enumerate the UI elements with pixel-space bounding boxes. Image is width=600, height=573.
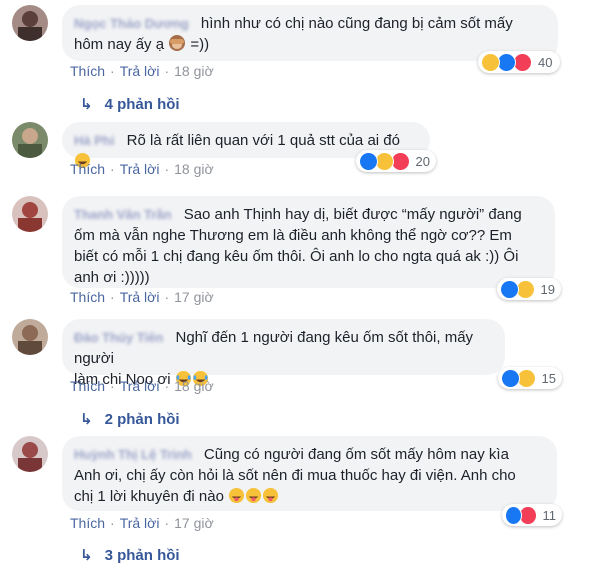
comment-author[interactable]: Thanh Vân Trần — [74, 204, 172, 225]
comment-bubble: Đào Thúy Tiên Nghĩ đến 1 người đang kêu … — [62, 319, 505, 388]
tongue-out-emoji — [245, 487, 262, 510]
comment-text: Sao anh Thịnh hay dị, biết được “mấy ngư… — [183, 206, 522, 223]
reply-link[interactable]: Trả lời — [120, 289, 160, 305]
comment-text: ốm mà vẫn nghe Thương em là điều anh khô… — [74, 227, 512, 244]
avatar[interactable] — [12, 319, 48, 355]
comment-actions: Thích · Trả lời · 18 giờ — [70, 161, 214, 177]
separator: · — [164, 161, 170, 177]
haha-reaction-icon — [481, 52, 500, 72]
reaction-count: 19 — [540, 281, 555, 297]
reaction-count: 20 — [415, 153, 430, 169]
comment-text: Rõ là rất liên quan với 1 quả stt của ai… — [126, 132, 400, 149]
like-link[interactable]: Thích — [70, 63, 105, 79]
comment-text: anh ơi :))))) — [74, 269, 150, 286]
like-link[interactable]: Thích — [70, 378, 105, 394]
reply-link[interactable]: Trả lời — [120, 515, 160, 531]
separator: · — [110, 161, 115, 177]
comment-time[interactable]: 18 giờ — [174, 161, 214, 177]
avatar[interactable] — [12, 196, 48, 232]
view-replies-link[interactable]: ↳ 3 phản hồi — [80, 546, 180, 564]
comment-actions: Thích · Trả lời · 17 giờ — [70, 515, 214, 531]
comment-actions: Thích · Trả lời · 17 giờ — [70, 289, 214, 305]
reaction-summary[interactable]: 15 — [498, 367, 562, 389]
comment-bubble: Huỳnh Thị Lệ Trinh Cũng có người đang ốm… — [62, 436, 557, 511]
like-reaction-icon — [505, 505, 523, 525]
replies-count: 3 phản hồi — [104, 547, 180, 564]
see-no-evil-monkey-emoji — [168, 34, 186, 58]
separator: · — [110, 63, 115, 79]
comment-actions: Thích · Trả lời · 18 giờ — [70, 378, 214, 394]
tongue-out-emoji — [228, 487, 245, 510]
separator: · — [110, 515, 115, 531]
like-reaction-icon — [501, 368, 520, 388]
avatar[interactable] — [12, 122, 48, 158]
like-link[interactable]: Thích — [70, 289, 105, 305]
reaction-summary[interactable]: 19 — [497, 278, 561, 300]
comment-actions: Thích · Trả lời · 18 giờ — [70, 63, 214, 79]
comment-author[interactable]: Hà Phi — [74, 130, 114, 151]
comment-time[interactable]: 17 giờ — [174, 515, 214, 531]
reaction-count: 40 — [538, 54, 553, 70]
avatar[interactable] — [12, 5, 48, 41]
comment-bubble: Thanh Vân Trần Sao anh Thịnh hay dị, biế… — [62, 196, 555, 288]
reaction-count: 11 — [542, 507, 557, 523]
separator: · — [164, 289, 170, 305]
comment-author[interactable]: Đào Thúy Tiên — [74, 327, 163, 348]
comment-text: Anh ơi, chị ấy còn hỏi là sốt nên đi mua… — [74, 467, 516, 484]
reply-arrow-icon: ↳ — [80, 411, 93, 428]
comment-time[interactable]: 17 giờ — [174, 289, 214, 305]
comment-text: chị 1 lời khuyên đi nào — [74, 488, 224, 505]
separator: · — [164, 63, 170, 79]
replies-count: 2 phản hồi — [104, 411, 180, 428]
separator: · — [110, 289, 115, 305]
like-link[interactable]: Thích — [70, 161, 105, 177]
like-link[interactable]: Thích — [70, 515, 105, 531]
view-replies-link[interactable]: ↳ 4 phản hồi — [80, 95, 180, 113]
reply-link[interactable]: Trả lời — [120, 63, 160, 79]
comment-time[interactable]: 18 giờ — [174, 378, 214, 394]
comment-author[interactable]: Huỳnh Thị Lệ Trinh — [74, 444, 192, 465]
separator: · — [164, 378, 170, 394]
separator: · — [164, 515, 170, 531]
view-replies-link[interactable]: ↳ 2 phản hồi — [80, 410, 180, 428]
separator: · — [110, 378, 115, 394]
reply-arrow-icon: ↳ — [80, 96, 93, 113]
comment-text: Cũng có người đang ốm sốt mấy hôm nay kì… — [203, 446, 509, 463]
reply-link[interactable]: Trả lời — [120, 161, 160, 177]
comment-text: =)) — [186, 36, 210, 53]
tongue-out-emoji — [262, 487, 279, 510]
comment-text: hôm nay ấy ạ — [74, 36, 165, 53]
reaction-summary[interactable]: 40 — [478, 51, 560, 73]
like-reaction-icon — [359, 151, 378, 171]
reaction-summary[interactable]: 20 — [356, 150, 436, 172]
comment-author[interactable]: Ngọc Thảo Dương — [74, 13, 189, 34]
reply-link[interactable]: Trả lời — [120, 378, 160, 394]
avatar[interactable] — [12, 436, 48, 472]
comment-text: biết có mỗi 1 chị đang kêu ốm thôi. Ôi a… — [74, 248, 519, 265]
replies-count: 4 phản hồi — [104, 96, 180, 113]
comment-text: hình như có chị nào cũng đang bị cảm sốt… — [200, 15, 513, 32]
reaction-count: 15 — [541, 370, 556, 386]
comment-time[interactable]: 18 giờ — [174, 63, 214, 79]
like-reaction-icon — [500, 279, 519, 299]
reaction-summary[interactable]: 11 — [502, 504, 562, 526]
reply-arrow-icon: ↳ — [80, 547, 93, 564]
